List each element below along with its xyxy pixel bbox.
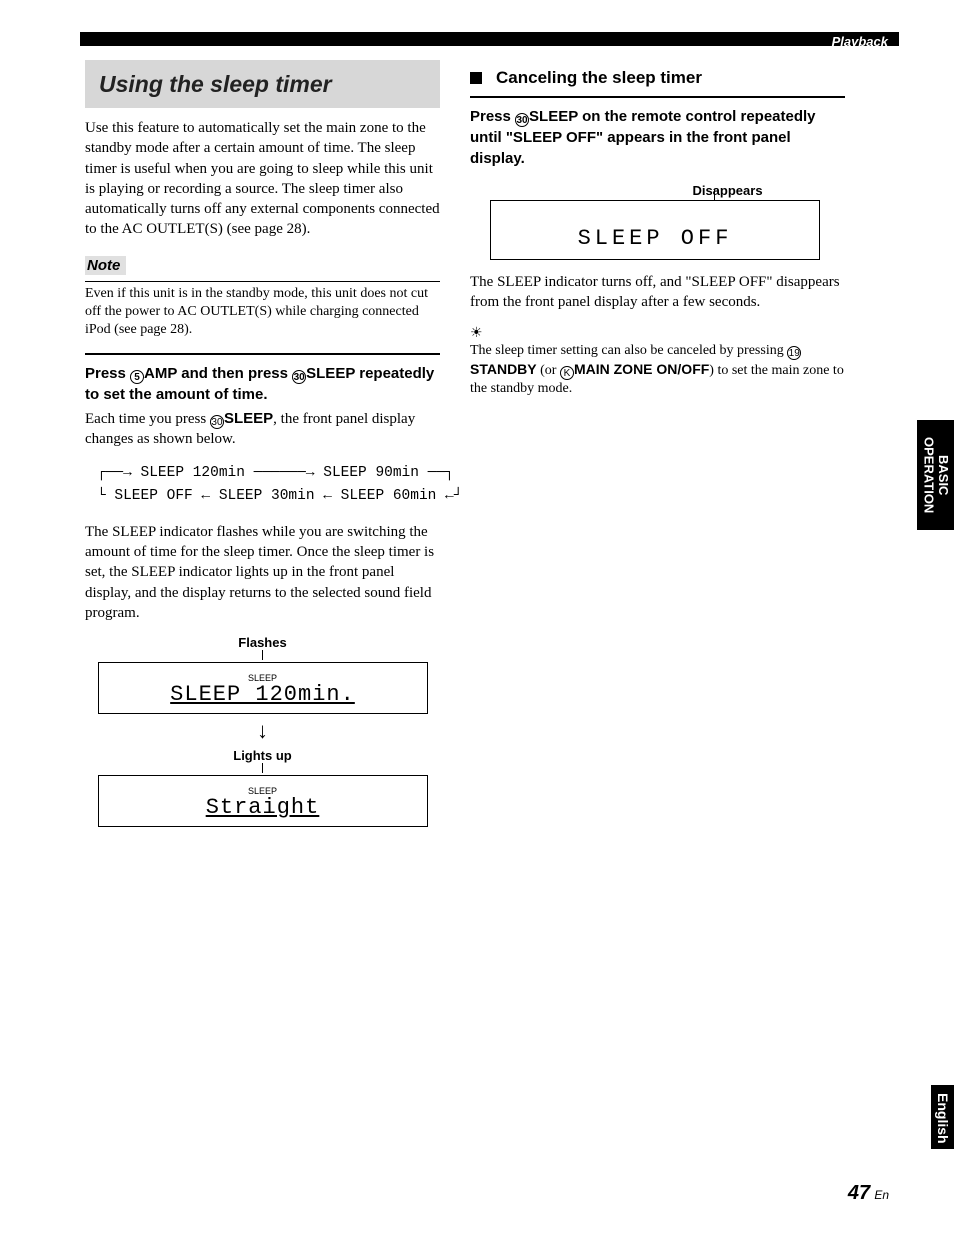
indicator-paragraph: The SLEEP indicator flashes while you ar… — [85, 522, 440, 623]
front-panel-display-off: SLEEP OFF — [490, 200, 820, 260]
flashes-label: Flashes — [85, 635, 440, 650]
text: Each time you press — [85, 411, 210, 427]
header-bar — [80, 32, 899, 46]
standby-label: STANDBY — [470, 361, 537, 377]
sleep-cycle-diagram: ┌──→ SLEEP 120min ──────→ SLEEP 90min ──… — [97, 462, 440, 508]
sleep-label: SLEEP — [306, 365, 355, 382]
ref-number-icon: 30 — [210, 415, 224, 429]
section-breadcrumb: Playback — [832, 34, 888, 49]
disappears-label: Disappears — [610, 183, 845, 198]
pointer-line — [262, 763, 263, 773]
arrow-down-icon: ↓ — [85, 720, 440, 742]
sleep-label: SLEEP — [529, 108, 578, 125]
intro-paragraph: Use this feature to automatically set th… — [85, 118, 440, 240]
display-text: SLEEP 120min. — [99, 682, 427, 707]
sleep-label: SLEEP — [224, 410, 273, 427]
page-columns: Using the sleep timer Use this feature t… — [85, 60, 845, 827]
page-number: 47 En — [848, 1182, 889, 1205]
text: and then press — [177, 365, 292, 382]
pointer-line — [262, 650, 263, 660]
text: Press — [470, 108, 515, 125]
text: The sleep timer setting can also be canc… — [470, 343, 787, 358]
ref-number-icon: 19 — [787, 346, 801, 360]
press-instruction: Press 5AMP and then press 30SLEEP repeat… — [85, 363, 440, 405]
cancel-title: Canceling the sleep timer — [496, 68, 702, 88]
section-title: Using the sleep timer — [85, 60, 440, 108]
note-body: Even if this unit is in the standby mode… — [85, 285, 440, 340]
page-number-suffix: En — [874, 1188, 889, 1202]
divider — [85, 353, 440, 355]
note-rule — [85, 281, 440, 282]
zone-label: MAIN ZONE ON/OFF — [574, 361, 709, 377]
right-column: Canceling the sleep timer Press 30SLEEP … — [470, 60, 845, 827]
display-text: Straight — [99, 795, 427, 820]
note-heading: Note — [85, 256, 126, 275]
front-panel-display-2: SLEEP Straight — [98, 775, 428, 827]
ref-number-icon: 30 — [292, 370, 306, 384]
tip-paragraph: The sleep timer setting can also be canc… — [470, 342, 845, 399]
page-number-value: 47 — [848, 1182, 870, 1204]
ref-number-icon: 5 — [130, 370, 144, 384]
front-panel-display-1: SLEEP SLEEP 120min. — [98, 662, 428, 714]
off-paragraph: The SLEEP indicator turns off, and "SLEE… — [470, 272, 845, 313]
display-text: SLEEP OFF — [491, 226, 819, 251]
each-press-para: Each time you press 30SLEEP, the front p… — [85, 409, 440, 450]
ref-number-icon: K — [560, 366, 574, 380]
left-column: Using the sleep timer Use this feature t… — [85, 60, 440, 827]
text: (or — [537, 363, 560, 378]
ref-number-icon: 30 — [515, 113, 529, 127]
tip-icon: ☀ — [470, 325, 845, 342]
side-tab-basic-operation: BASIC OPERATION — [917, 420, 954, 530]
lightsup-label: Lights up — [85, 748, 440, 763]
side-tab-english: English — [931, 1085, 954, 1149]
amp-label: AMP — [144, 365, 177, 382]
text: Press — [85, 365, 130, 382]
bullet-square-icon — [470, 72, 482, 84]
divider — [470, 96, 845, 98]
cancel-instruction: Press 30SLEEP on the remote control repe… — [470, 106, 845, 169]
cancel-header: Canceling the sleep timer — [470, 68, 845, 88]
pointer-line — [714, 189, 715, 201]
